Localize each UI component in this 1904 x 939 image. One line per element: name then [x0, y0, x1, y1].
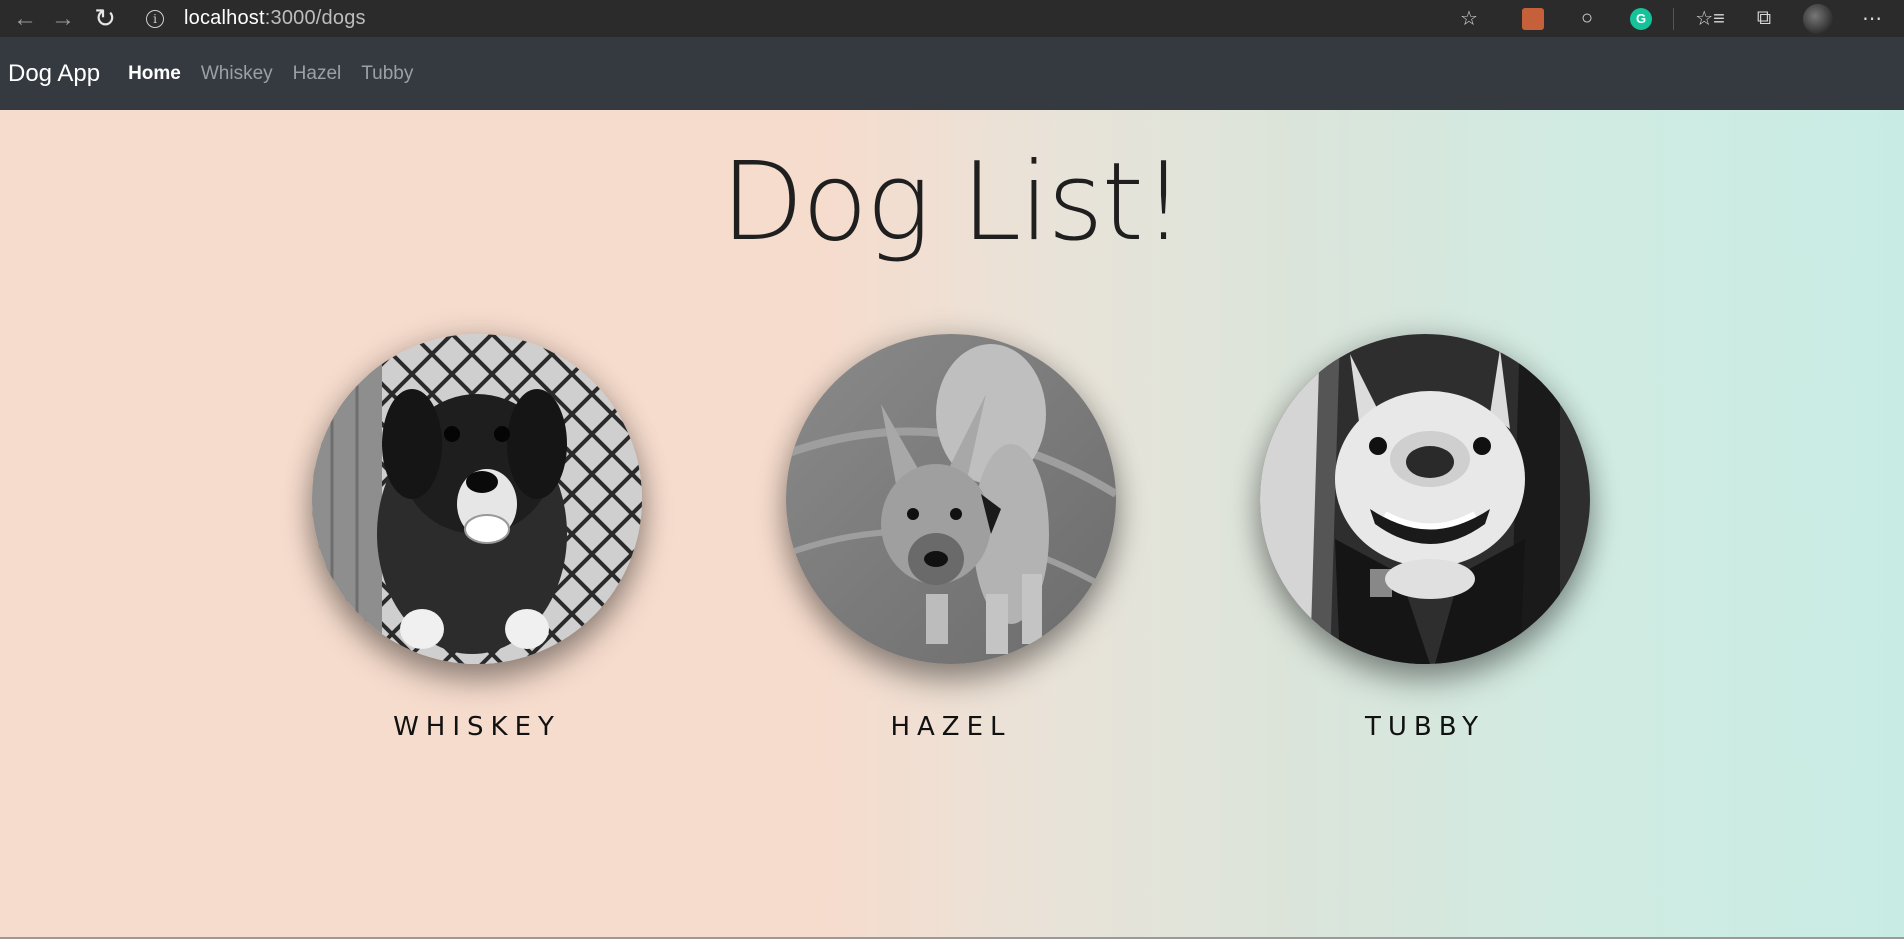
- dog-card-hazel[interactable]: HAZEL: [786, 334, 1116, 742]
- brand-link[interactable]: Dog App: [8, 60, 100, 88]
- dog-photo-hazel[interactable]: [786, 334, 1116, 664]
- toolbar-divider: [1673, 7, 1674, 30]
- nav-links: Home Whiskey Hazel Tubby: [128, 63, 433, 85]
- address-bar[interactable]: i localhost:3000/dogs: [146, 3, 1446, 34]
- dog-name-whiskey[interactable]: WHISKEY: [312, 712, 642, 742]
- extension-mouse-icon[interactable]: ○: [1569, 5, 1605, 33]
- dog-card-whiskey[interactable]: WHISKEY: [312, 334, 642, 742]
- dog-name-tubby[interactable]: TUBBY: [1260, 712, 1590, 742]
- nav-link-home[interactable]: Home: [128, 63, 181, 85]
- main-content: Dog List! WHISKEY HAZEL TUBBY: [0, 110, 1904, 937]
- dog-name-hazel[interactable]: HAZEL: [786, 712, 1116, 742]
- favorites-list-icon[interactable]: ☆≡: [1692, 5, 1728, 33]
- page-title: Dog List!: [720, 140, 1185, 265]
- info-icon[interactable]: i: [146, 9, 164, 28]
- dog-photo-tubby[interactable]: [1260, 334, 1590, 664]
- profile-avatar[interactable]: [1800, 3, 1836, 34]
- grammarly-icon[interactable]: G: [1623, 5, 1659, 33]
- dog-card-tubby[interactable]: TUBBY: [1260, 334, 1590, 742]
- more-menu-icon[interactable]: ⋯: [1854, 5, 1890, 33]
- extension-dog-icon[interactable]: [1515, 5, 1551, 33]
- reload-icon[interactable]: ↻: [86, 3, 124, 34]
- browser-extensions: ☆ ○ G ☆≡ ⧉ ⋯: [1433, 0, 1904, 37]
- nav-link-hazel[interactable]: Hazel: [293, 63, 342, 85]
- collections-icon[interactable]: ⧉: [1746, 5, 1782, 33]
- nav-link-whiskey[interactable]: Whiskey: [201, 63, 273, 85]
- nav-link-tubby[interactable]: Tubby: [361, 63, 413, 85]
- dog-photo-whiskey[interactable]: [312, 334, 642, 664]
- forward-icon[interactable]: →: [44, 4, 82, 34]
- favorite-star-icon[interactable]: ☆: [1451, 5, 1487, 33]
- browser-toolbar: ← → ↻ i localhost:3000/dogs ☆ ○ G ☆≡ ⧉ ⋯: [0, 0, 1904, 37]
- app-navbar: Dog App Home Whiskey Hazel Tubby: [0, 37, 1904, 110]
- back-icon[interactable]: ←: [6, 4, 44, 34]
- url-text[interactable]: localhost:3000/dogs: [184, 7, 366, 30]
